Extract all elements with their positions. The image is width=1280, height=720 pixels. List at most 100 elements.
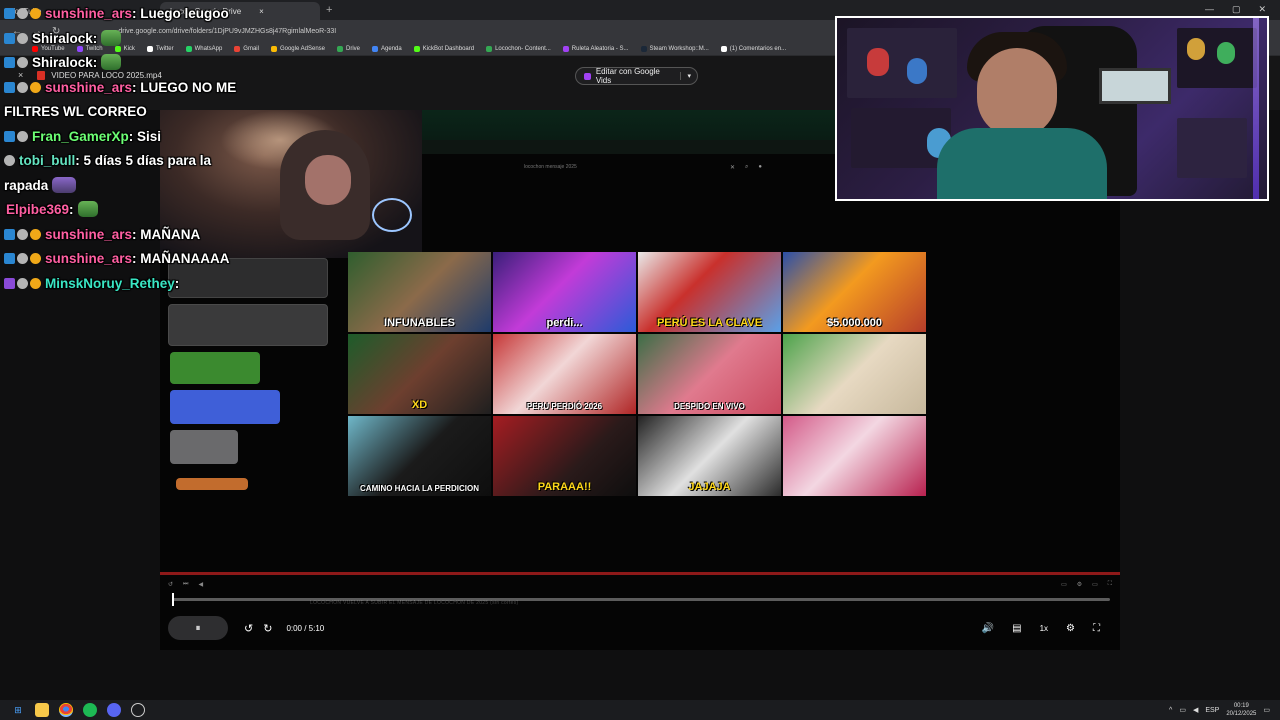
- bookmark-label: Agenda: [381, 45, 402, 52]
- clock-date: 20/12/2025: [1226, 711, 1257, 717]
- playback-speed-button[interactable]: 1x: [1040, 624, 1048, 633]
- bookmark-item[interactable]: Gmail: [234, 45, 259, 52]
- bookmark-favicon-icon: [413, 45, 420, 52]
- chat-card: [170, 390, 280, 424]
- bookmark-label: (1) Comentarios en...: [729, 45, 787, 52]
- fullscreen-icon[interactable]: ⛶: [1093, 623, 1100, 634]
- progress-handle[interactable]: [172, 593, 174, 606]
- rewind-10-icon[interactable]: ↺: [244, 622, 253, 635]
- clock-time: 00:19: [1233, 703, 1249, 709]
- bookmark-item[interactable]: WhatsApp: [185, 45, 223, 52]
- pause-icon: ⏸: [195, 622, 201, 634]
- bookmark-item[interactable]: Drive: [337, 45, 360, 52]
- network-icon[interactable]: ▭: [1179, 706, 1186, 714]
- progress-bar[interactable]: [172, 593, 1110, 606]
- captions-icon[interactable]: ▤: [1012, 623, 1021, 634]
- bookmark-favicon-icon: [720, 45, 727, 52]
- chat-text: :: [92, 55, 98, 70]
- bookmark-label: WhatsApp: [194, 45, 223, 52]
- chat-text: rapada: [4, 177, 49, 193]
- chat-username: sunshine_ars: [45, 226, 133, 242]
- figure: [907, 58, 927, 84]
- emote-icon: [52, 176, 77, 193]
- maximize-icon[interactable]: ▢: [1232, 4, 1241, 15]
- video-thumbnail: PARAAA!!: [493, 416, 636, 496]
- blue-badge-icon: [4, 130, 15, 142]
- new-tab-button[interactable]: +: [326, 4, 332, 16]
- bookmark-item[interactable]: Locochon- Content...: [486, 45, 551, 52]
- chat-text: : MAÑANAAAA: [132, 251, 230, 266]
- blue-badge-icon: [4, 228, 15, 240]
- time-display: 0:00 / 5:10: [286, 623, 325, 633]
- thumbnail-title: PERU PERDIÓ 2026: [526, 402, 603, 411]
- chat-message: FILTRES WL CORREO: [4, 102, 147, 122]
- bookmark-item[interactable]: Google AdSense: [270, 45, 325, 52]
- bookmark-item[interactable]: Agenda: [372, 45, 402, 52]
- tab-close-icon[interactable]: ×: [259, 7, 264, 16]
- chat-username: Shiralock: [32, 55, 93, 70]
- chat-card: [168, 304, 328, 346]
- chat-message: MinskNoruy_Rethey:: [4, 274, 179, 294]
- bookmark-item[interactable]: Steam Workshop::M...: [640, 45, 709, 52]
- windows-start-icon[interactable]: ⊞: [11, 703, 25, 717]
- chat-message: sunshine_ars: LUEGO NO ME: [4, 78, 236, 98]
- chat-message: tobi_bull: 5 días 5 días para la: [4, 151, 211, 171]
- close-window-icon[interactable]: ✕: [1258, 4, 1266, 15]
- url-field[interactable]: drive.google.com/drive/folders/1DjPU9vJM…: [118, 28, 336, 35]
- video-thumbnail: PERÚ ES LA CLAVE: [638, 252, 781, 332]
- bookmark-item[interactable]: Twitter: [146, 45, 174, 52]
- edit-with-google-vids-button[interactable]: Editar con Google Vids ▾: [575, 67, 698, 85]
- file-explorer-icon[interactable]: [35, 703, 49, 717]
- thumbnail-title: INFUNABLES: [384, 317, 455, 329]
- chat-message: sunshine_ars: MAÑANAAAA: [4, 249, 230, 269]
- minimize-icon[interactable]: —: [1205, 4, 1214, 15]
- windows-taskbar: ⊞ ^ ▭ ◀ ESP 00:19 20/12/2025 ▭: [0, 700, 1280, 720]
- fullscreen-icon: ⛶: [1107, 580, 1112, 587]
- chevron-up-icon[interactable]: ^: [1169, 707, 1172, 714]
- dialog-title: locochon mensaje 2025: [524, 164, 577, 170]
- edit-button-label: Editar con Google Vids: [595, 67, 660, 85]
- chat-username: Fran_GamerXp: [32, 128, 129, 144]
- forward-10-icon[interactable]: ↻: [263, 622, 272, 635]
- bookmark-item[interactable]: Ruleta Aleatoria - S...: [562, 45, 629, 52]
- bookmark-item[interactable]: (1) Comentarios en...: [720, 45, 787, 52]
- replay-icon: ↺: [168, 581, 174, 588]
- figure: [1187, 38, 1205, 60]
- chat-text: :: [92, 30, 98, 46]
- figure: [1217, 42, 1235, 64]
- chat-message: sunshine_ars: Luego leugoo: [4, 4, 229, 24]
- pause-button[interactable]: ⏸: [168, 616, 228, 640]
- volume-icon[interactable]: ◀: [1193, 706, 1198, 714]
- video-thumbnail: [783, 334, 926, 414]
- settings-icon[interactable]: ⚙: [1066, 623, 1075, 634]
- spotify-icon[interactable]: [83, 703, 97, 717]
- chat-message: Shiralock:: [4, 29, 122, 49]
- thumbnail-grid: INFUNABLES perdi... PERÚ ES LA CLAVE $5.000…: [348, 252, 926, 496]
- gold-badge-icon: [30, 81, 41, 93]
- streamer-facecam: [835, 16, 1269, 201]
- video-thumbnail: $5.000.000: [783, 252, 926, 332]
- captions-icon: ▭: [1061, 581, 1067, 588]
- chat-text: FILTRES WL CORREO: [4, 104, 147, 119]
- chat-card: [170, 352, 260, 384]
- bookmark-item[interactable]: KickBot Dashboard: [413, 45, 474, 52]
- chat-username: Shiralock: [32, 30, 93, 46]
- obs-icon[interactable]: [131, 703, 145, 717]
- thumbnail-title: DESPIDO EN VIVO: [674, 402, 745, 411]
- discord-icon[interactable]: [107, 703, 121, 717]
- chevron-down-icon[interactable]: ▾: [680, 72, 697, 80]
- chat-card: [170, 430, 238, 464]
- chrome-icon[interactable]: [59, 703, 73, 717]
- led-strip: [1253, 18, 1259, 199]
- chat-message: rapada: [4, 176, 77, 196]
- notification-icon[interactable]: ▭: [1263, 706, 1270, 714]
- bookmark-label: Gmail: [243, 45, 259, 52]
- bookmark-favicon-icon: [270, 45, 277, 52]
- language-indicator[interactable]: ESP: [1205, 707, 1219, 714]
- blue-badge-icon: [4, 57, 15, 68]
- gray-badge-icon: [17, 253, 28, 264]
- video-thumbnail: PERU PERDIÓ 2026: [493, 334, 636, 414]
- volume-icon[interactable]: 🔊: [982, 623, 994, 634]
- chat-text: : Sisi: [128, 128, 162, 144]
- clock[interactable]: 00:19 20/12/2025: [1226, 702, 1256, 718]
